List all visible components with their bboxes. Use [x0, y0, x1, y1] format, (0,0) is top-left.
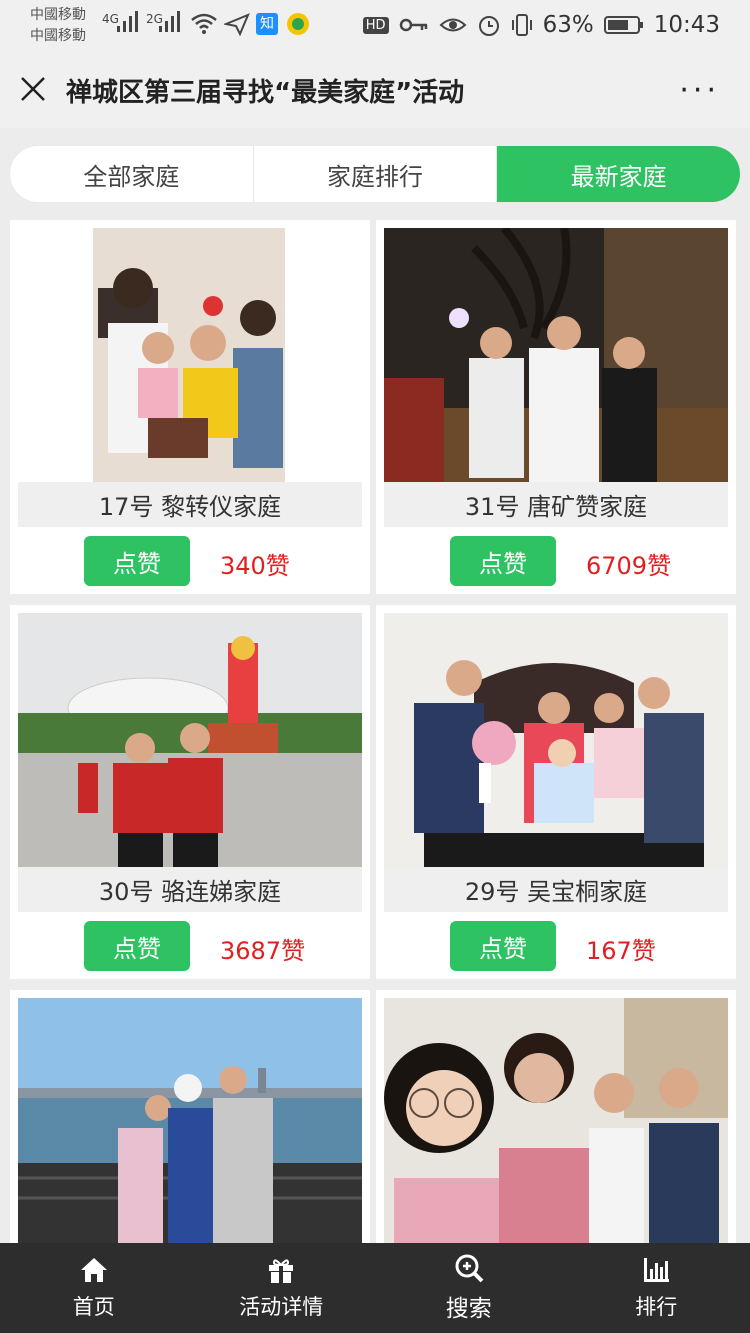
signal-icon — [159, 11, 180, 32]
wifi-icon — [191, 13, 217, 34]
battery-percent: 63% — [542, 12, 594, 38]
nav-activity-details-label: 活动详情 — [239, 1295, 324, 1319]
like-button[interactable]: 点赞 — [84, 921, 190, 971]
hd-badge: HD — [362, 16, 389, 34]
family-photo[interactable] — [18, 613, 362, 869]
nav-ranking[interactable]: 排行 — [563, 1243, 750, 1333]
family-card[interactable] — [376, 990, 736, 1254]
clock: 10:43 — [653, 12, 720, 38]
family-photo[interactable] — [384, 228, 728, 484]
gift-icon — [269, 1259, 294, 1283]
family-card[interactable]: 29号 吴宝桐家庭 点赞 167赞 — [376, 605, 736, 979]
nav-search[interactable]: 搜索 — [375, 1243, 563, 1333]
family-card[interactable] — [10, 990, 370, 1254]
family-photo-image — [18, 613, 362, 869]
more-options-icon[interactable]: ··· — [679, 76, 720, 106]
home-icon — [80, 1258, 107, 1282]
family-photo-image — [384, 613, 728, 869]
family-photo[interactable] — [18, 998, 362, 1254]
family-tabs: 全部家庭 家庭排行 最新家庭 — [10, 146, 740, 202]
family-name-label: 29号 吴宝桐家庭 — [384, 867, 728, 912]
like-count: 167赞 — [586, 937, 656, 965]
battery-icon — [603, 16, 643, 34]
nav-search-label: 搜索 — [445, 1296, 492, 1322]
bottom-nav: 首页 活动详情 搜索 排行 — [0, 1243, 750, 1333]
family-photo-image — [384, 228, 728, 484]
carrier-2: 中國移動 — [30, 28, 86, 44]
carrier-1: 中國移動 — [30, 7, 86, 23]
chart-icon — [644, 1258, 670, 1282]
signal-icon — [117, 11, 138, 32]
key-icon — [399, 18, 427, 32]
vibrate-icon — [511, 14, 532, 36]
like-button[interactable]: 点赞 — [450, 921, 556, 971]
like-count: 6709赞 — [586, 552, 672, 580]
airplane-icon — [224, 13, 250, 36]
family-photo-image — [18, 998, 362, 1254]
like-button[interactable]: 点赞 — [84, 536, 190, 586]
like-button[interactable]: 点赞 — [450, 536, 556, 586]
tab-latest-families[interactable]: 最新家庭 — [497, 146, 740, 202]
status-right: HD 63% 10:43 — [362, 12, 720, 38]
nav-activity-details[interactable]: 活动详情 — [188, 1243, 376, 1333]
eye-icon — [439, 18, 467, 32]
family-name-label: 30号 骆连娣家庭 — [18, 867, 362, 912]
app-notification-icon — [287, 13, 309, 35]
family-card[interactable]: 30号 骆连娣家庭 点赞 3687赞 — [10, 605, 370, 979]
search-icon — [455, 1254, 484, 1283]
app-header: 禅城区第三届寻找“最美家庭”活动 ··· — [0, 52, 750, 128]
page-title: 禅城区第三届寻找“最美家庭”活动 — [66, 78, 465, 108]
carrier-names: 中國移動 中國移動 — [30, 5, 86, 47]
family-name-label: 17号 黎转仪家庭 — [18, 482, 362, 527]
nav-home-label: 首页 — [72, 1295, 115, 1319]
family-card[interactable]: 17号 黎转仪家庭 点赞 340赞 — [10, 220, 370, 594]
nav-ranking-label: 排行 — [635, 1295, 678, 1319]
tab-family-ranking[interactable]: 家庭排行 — [254, 146, 498, 202]
zhihu-app-icon: 知 — [256, 13, 278, 35]
like-count: 3687赞 — [220, 937, 306, 965]
family-name-label: 31号 唐矿赞家庭 — [384, 482, 728, 527]
status-bar: 中國移動 中國移動 4G 2G 知 HD 63% 10:43 — [0, 0, 750, 52]
family-photo[interactable] — [384, 613, 728, 869]
family-photo[interactable] — [384, 998, 728, 1254]
family-photo-image — [18, 228, 362, 484]
alarm-icon — [478, 16, 499, 36]
family-photo-image — [384, 998, 728, 1254]
like-count: 340赞 — [220, 552, 290, 580]
nav-home[interactable]: 首页 — [0, 1243, 188, 1333]
family-card[interactable]: 31号 唐矿赞家庭 点赞 6709赞 — [376, 220, 736, 594]
tab-all-families[interactable]: 全部家庭 — [10, 146, 254, 202]
close-icon[interactable] — [20, 76, 46, 102]
family-photo[interactable] — [18, 228, 362, 484]
